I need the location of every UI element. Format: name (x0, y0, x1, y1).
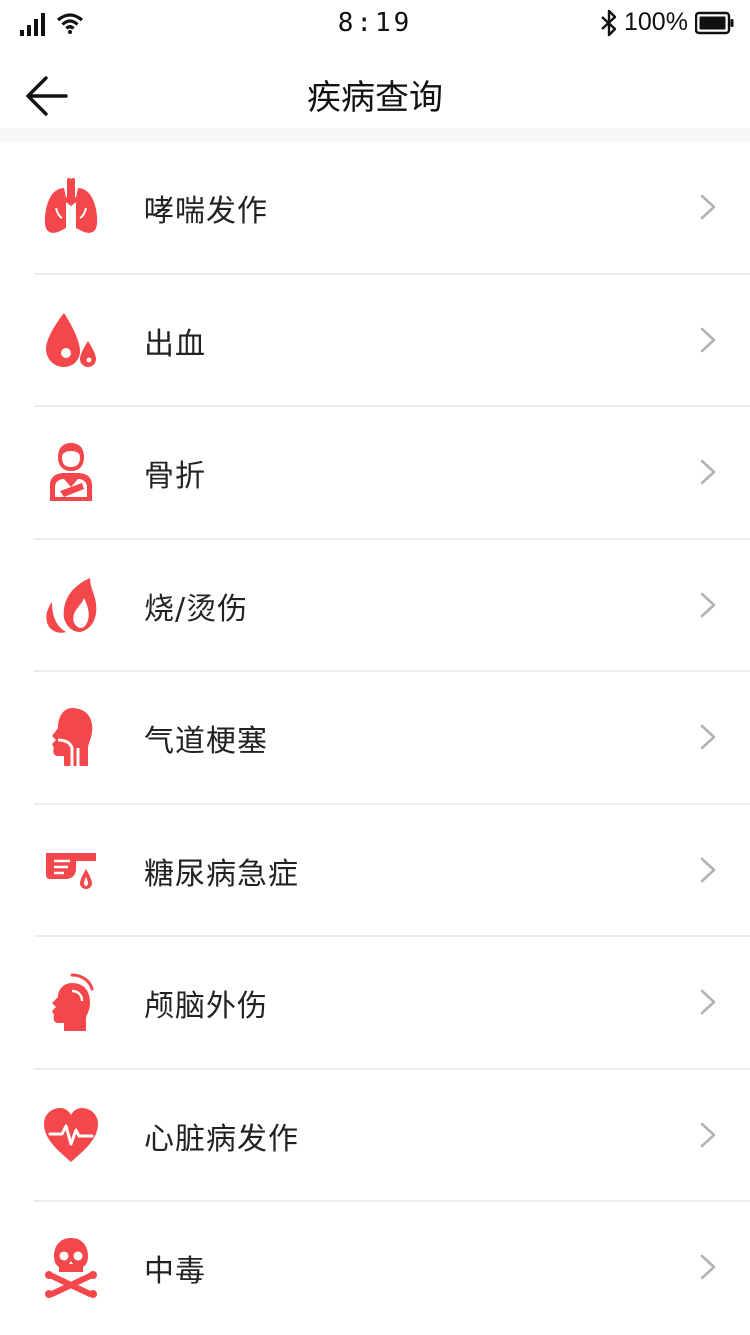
heart-pulse-icon (42, 1104, 100, 1166)
list-item[interactable]: 气道梗塞 (0, 672, 750, 805)
chevron-right-icon (700, 592, 716, 617)
lungs-icon (42, 176, 100, 238)
list-item[interactable]: 烧/烫伤 (0, 540, 750, 672)
chevron-right-icon (700, 857, 716, 882)
item-label: 心脏病发作 (144, 1121, 299, 1157)
bluetooth-icon (601, 9, 617, 37)
item-label: 糖尿病急症 (144, 856, 299, 892)
list-item[interactable]: 骨折 (0, 407, 750, 540)
item-label: 烧/烫伤 (144, 591, 249, 627)
battery-icon (695, 11, 734, 35)
item-label: 出血 (144, 326, 206, 362)
list-item[interactable]: 心脏病发作 (0, 1070, 750, 1202)
chevron-right-icon (700, 724, 716, 750)
nav-bar: 疾病查询 (0, 48, 750, 130)
blood-drop-icon (42, 309, 100, 371)
page-title: 疾病查询 (307, 78, 443, 118)
list-item[interactable]: 颅脑外伤 (0, 937, 750, 1070)
chevron-right-icon (700, 1254, 716, 1280)
item-label: 中毒 (144, 1254, 206, 1289)
chevron-right-icon (700, 1122, 716, 1147)
chevron-right-icon (700, 194, 716, 220)
skull-crossbones-icon (42, 1236, 100, 1298)
flame-icon (42, 574, 100, 636)
chevron-right-icon (700, 327, 716, 352)
list-item[interactable]: 中毒 (0, 1202, 750, 1335)
list-item[interactable]: 出血 (0, 275, 750, 407)
item-label: 气道梗塞 (144, 724, 268, 759)
disease-list: 哮喘发作 出血 骨折 烧/烫伤 气道梗塞 糖尿病急症 颅脑外伤 心脏病发作 中毒 (0, 142, 750, 1335)
chevron-right-icon (700, 459, 716, 485)
item-label: 颅脑外伤 (144, 989, 268, 1024)
throat-icon (42, 706, 100, 768)
item-label: 哮喘发作 (144, 194, 268, 229)
item-label: 骨折 (144, 459, 206, 494)
chevron-right-icon (700, 989, 716, 1015)
head-injury-icon (42, 971, 100, 1033)
header-divider (0, 128, 750, 142)
list-item[interactable]: 糖尿病急症 (0, 805, 750, 937)
battery-percent: 100% (624, 8, 688, 36)
status-bar: 8:19 100% (0, 0, 750, 48)
list-item[interactable]: 哮喘发作 (0, 142, 750, 275)
finger-prick-icon (42, 839, 100, 901)
arm-sling-icon (42, 441, 100, 503)
